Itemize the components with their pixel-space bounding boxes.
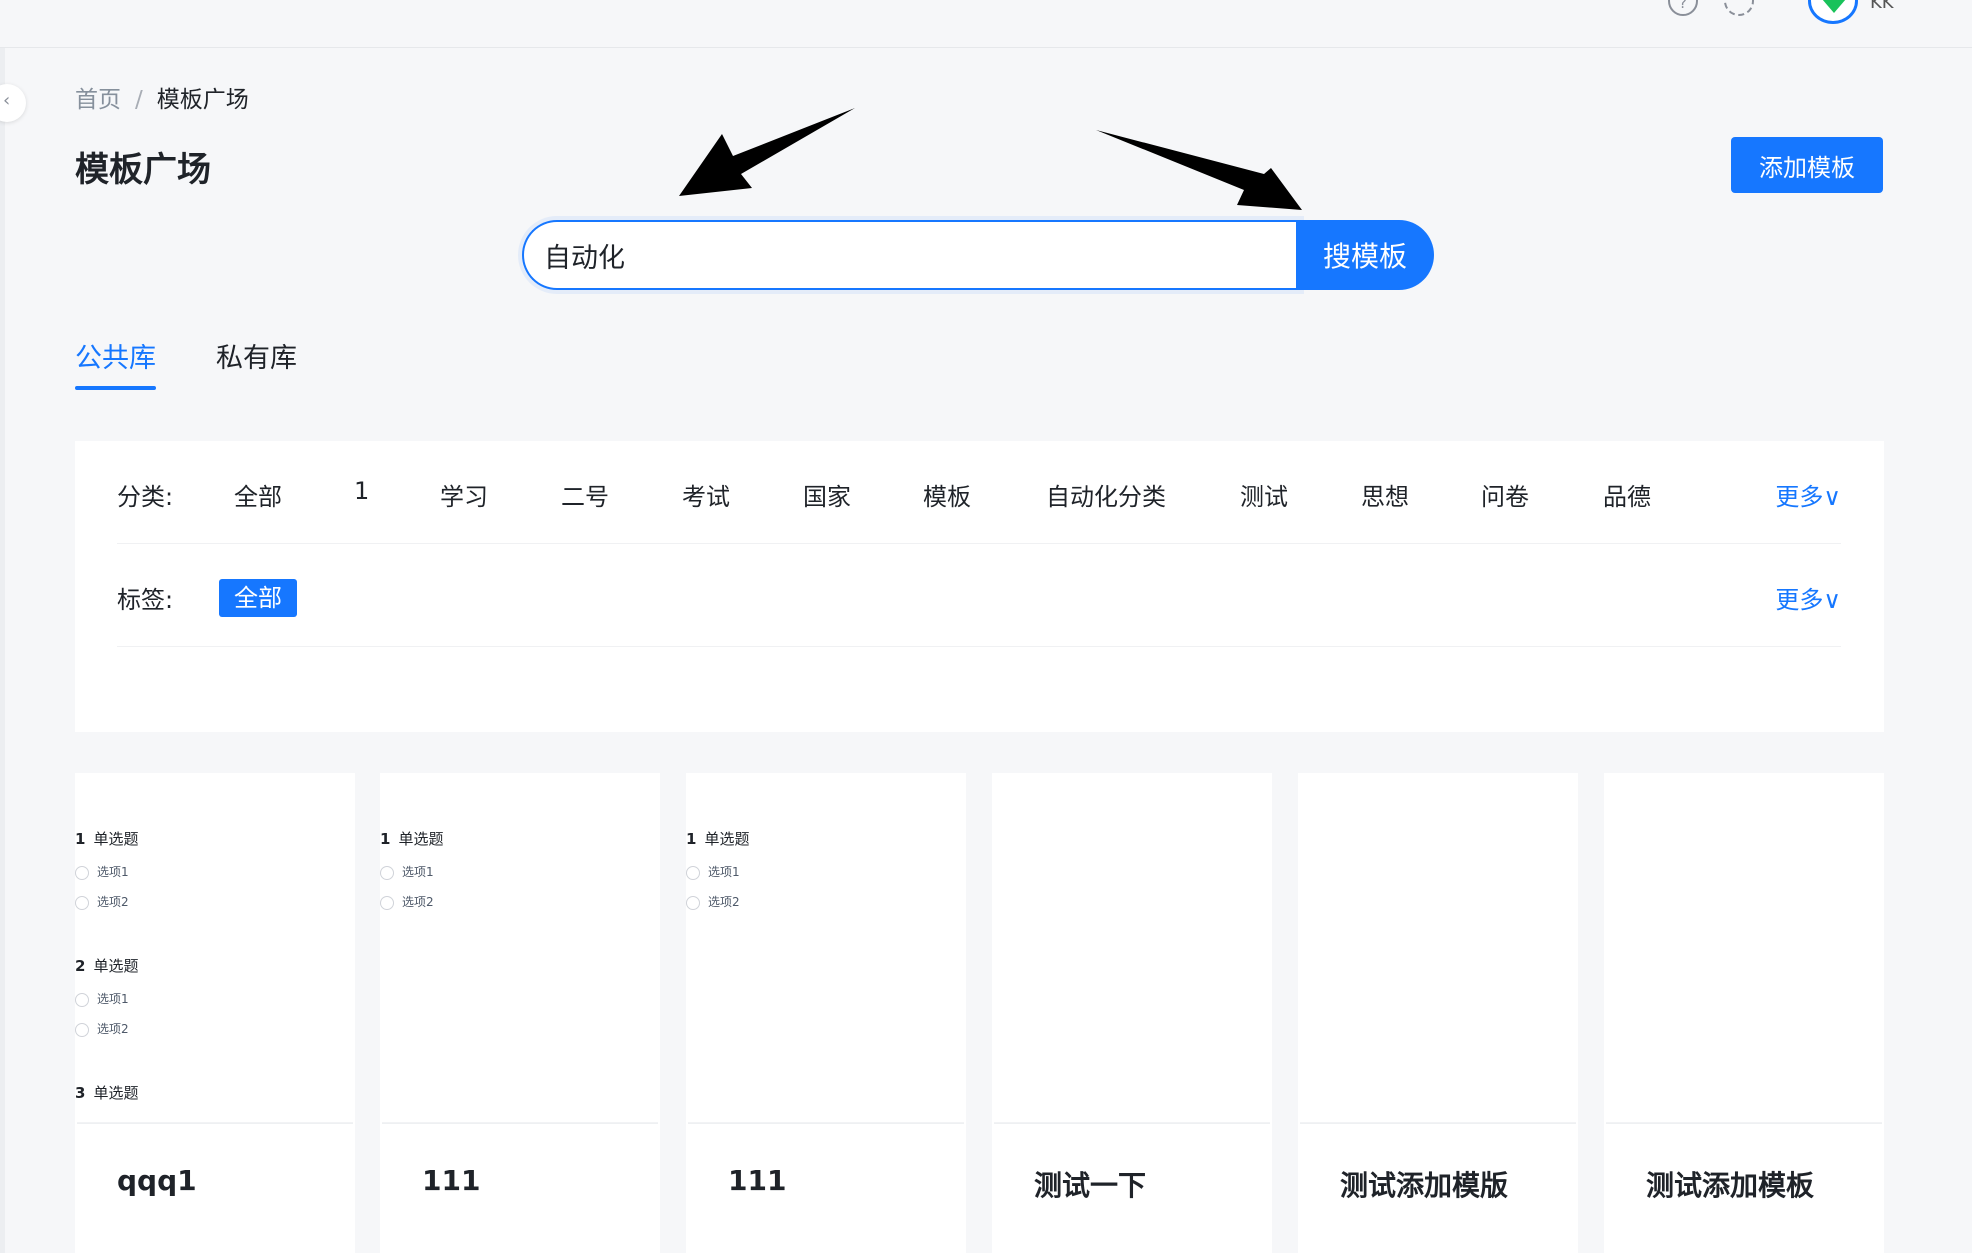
preview-option: 选项1: [75, 990, 129, 1007]
page-title: 模板广场: [75, 150, 211, 190]
template-title[interactable]: 测试添加模板: [1646, 1164, 1814, 1204]
annotation-arrow-left: [679, 108, 855, 196]
template-preview: 1 单选题 选项1 选项2 2 单选题 选项1 选项2 3 单选题: [75, 773, 355, 1123]
preview-option: 选项2: [686, 893, 740, 910]
template-preview: [1298, 773, 1578, 1123]
template-title-box: 测试添加模板: [1606, 1123, 1882, 1253]
annotation-arrow-right: [1096, 130, 1302, 210]
breadcrumb: 首页 / 模板广场: [75, 80, 249, 114]
tag-item[interactable]: 全部: [219, 579, 297, 617]
category-item[interactable]: 问卷: [1481, 477, 1529, 512]
gear-icon[interactable]: [1724, 0, 1754, 16]
avatar-check-icon: [1822, 0, 1846, 13]
template-card[interactable]: 1 单选题 选项1 选项2 2 单选题 选项1 选项2 3 单选题 qqq1: [75, 773, 355, 1253]
preview-option: 选项1: [686, 863, 740, 880]
category-item[interactable]: 模板: [923, 477, 971, 512]
radio-icon: [686, 895, 700, 910]
category-label: 分类:: [117, 483, 174, 511]
search-button[interactable]: 搜模板: [1296, 220, 1434, 290]
preview-option: 选项2: [75, 1020, 129, 1037]
template-title[interactable]: 111: [728, 1164, 786, 1197]
add-template-button[interactable]: 添加模板: [1731, 137, 1883, 193]
question-circle-icon[interactable]: ?: [1668, 0, 1698, 16]
radio-icon: [75, 895, 89, 910]
category-item[interactable]: 学习: [440, 477, 488, 512]
category-item[interactable]: 二号: [561, 477, 609, 512]
template-title[interactable]: 111: [422, 1164, 480, 1197]
template-title[interactable]: 测试一下: [1034, 1164, 1146, 1204]
category-item[interactable]: 测试: [1240, 477, 1288, 512]
search-bar: 搜模板: [522, 220, 1434, 290]
breadcrumb-separator: /: [135, 87, 143, 113]
radio-icon: [75, 1022, 89, 1037]
tag-label: 标签:: [117, 586, 174, 614]
preview-option: 选项1: [380, 863, 434, 880]
template-title-box: 测试添加模版: [1300, 1123, 1576, 1253]
template-preview: [1604, 773, 1884, 1123]
tag-filter-row: 标签: 全部 更多∨: [117, 544, 1841, 647]
tab-private-library[interactable]: 私有库: [216, 336, 297, 375]
template-title-box: qqq1: [77, 1123, 353, 1253]
preview-question: 3 单选题: [75, 1084, 139, 1102]
template-card[interactable]: 1 单选题 选项1 选项2 111: [380, 773, 660, 1253]
preview-question: 1 单选题: [686, 830, 750, 848]
sidebar-edge: [0, 48, 5, 1253]
preview-option: 选项2: [75, 893, 129, 910]
template-preview: 1 单选题 选项1 选项2: [380, 773, 660, 1123]
help-glyph: ?: [1679, 0, 1687, 12]
breadcrumb-current: 模板广场: [156, 87, 249, 113]
tab-public-library[interactable]: 公共库: [75, 336, 156, 390]
radio-icon: [686, 865, 700, 880]
breadcrumb-home[interactable]: 首页: [75, 87, 121, 113]
template-card[interactable]: 测试一下: [992, 773, 1272, 1253]
sidebar-collapse-button[interactable]: ‹: [0, 84, 26, 122]
radio-icon: [75, 992, 89, 1007]
template-title[interactable]: qqq1: [117, 1164, 197, 1197]
category-item[interactable]: 1: [354, 477, 369, 505]
category-filter-row: 分类: 全部 1 学习 二号 考试 国家 模板 自动化分类 测试 思想 问卷 品…: [117, 441, 1841, 544]
radio-icon: [380, 865, 394, 880]
category-item[interactable]: 全部: [234, 477, 282, 512]
category-item[interactable]: 国家: [803, 477, 851, 512]
radio-icon: [380, 895, 394, 910]
template-card[interactable]: 1 单选题 选项1 选项2 111: [686, 773, 966, 1253]
radio-icon: [75, 865, 89, 880]
top-header: ? KK: [0, 0, 1972, 48]
category-item[interactable]: 自动化分类: [1046, 477, 1166, 512]
preview-question: 1 单选题: [380, 830, 444, 848]
preview-question: 2 单选题: [75, 957, 139, 975]
template-title-box: 111: [382, 1123, 658, 1253]
category-item[interactable]: 思想: [1361, 477, 1409, 512]
avatar[interactable]: [1808, 0, 1858, 24]
template-card[interactable]: 测试添加模版: [1298, 773, 1578, 1253]
user-name[interactable]: KK: [1870, 0, 1894, 13]
template-title-box: 测试一下: [994, 1123, 1270, 1253]
filter-panel: 分类: 全部 1 学习 二号 考试 国家 模板 自动化分类 测试 思想 问卷 品…: [75, 441, 1884, 732]
preview-question: 1 单选题: [75, 830, 139, 848]
template-preview: [992, 773, 1272, 1123]
category-item[interactable]: 考试: [682, 477, 730, 512]
tag-more-button[interactable]: 更多∨: [1775, 580, 1841, 615]
template-card[interactable]: 测试添加模板: [1604, 773, 1884, 1253]
template-preview: 1 单选题 选项1 选项2: [686, 773, 966, 1123]
category-item[interactable]: 品德: [1603, 477, 1651, 512]
chevron-left-icon: ‹: [3, 90, 11, 111]
template-title-box: 111: [688, 1123, 964, 1253]
search-input[interactable]: [522, 220, 1300, 290]
category-more-button[interactable]: 更多∨: [1775, 477, 1841, 512]
preview-option: 选项1: [75, 863, 129, 880]
template-title[interactable]: 测试添加模版: [1340, 1164, 1508, 1204]
preview-option: 选项2: [380, 893, 434, 910]
